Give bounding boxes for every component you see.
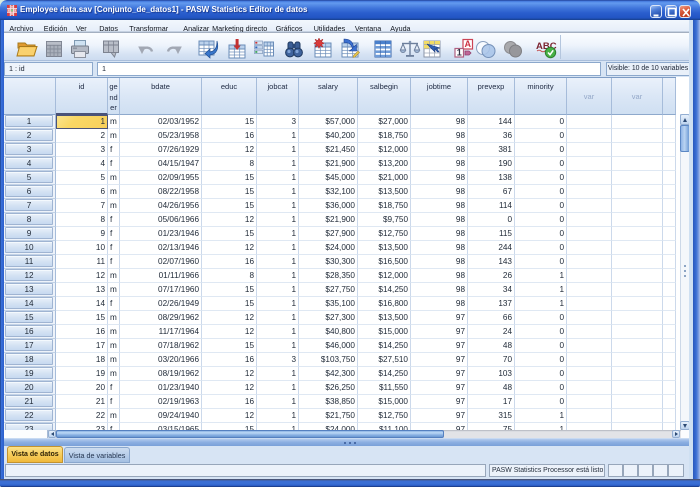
- svg-text:1: 1: [457, 48, 462, 58]
- svg-text:A: A: [464, 39, 471, 49]
